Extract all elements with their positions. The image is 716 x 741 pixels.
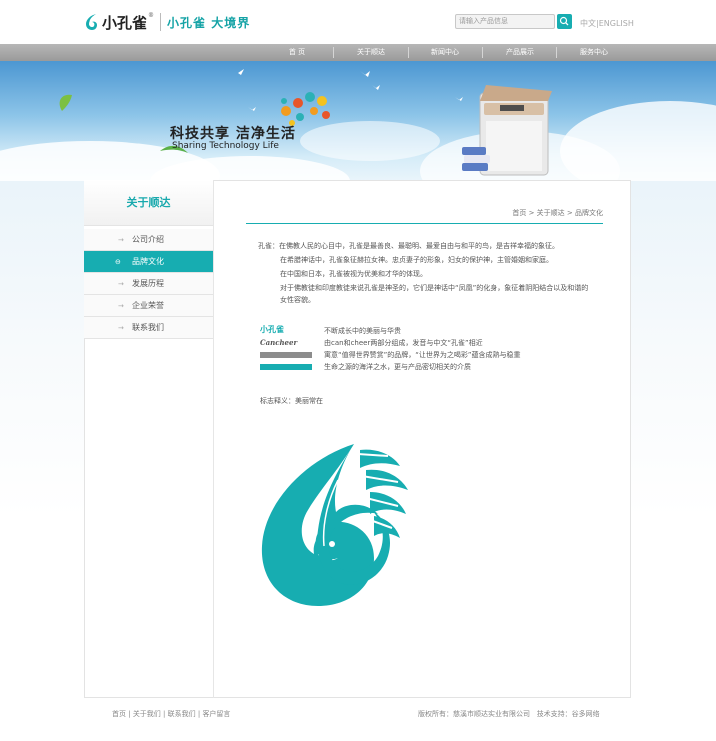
paragraph-buddhism: 对于佛教徒和印度教徒来说孔雀是神圣的，它们是神话中“凤凰”的化身，象征着阴阳结合…	[280, 284, 589, 304]
nav-service[interactable]: 服务中心	[564, 44, 624, 61]
paragraph-china: 在中国和日本，孔雀被视为优美和才华的体现。	[280, 270, 427, 278]
paragraph-greece: 在希腊神话中，孔雀象征赫拉女神。忠贞妻子的形象，妇女的保护神，主管婚姻和家庭。	[280, 256, 553, 264]
sidebar-item-company[interactable]: → 公司介绍	[84, 229, 213, 251]
sidebar-item-honors[interactable]: → 企业荣誉	[84, 295, 213, 317]
banner-title-cn: 科技共享 洁净生活	[170, 126, 296, 142]
legend-text: 生命之源的海洋之水，更与产品密切相关的介质	[324, 363, 471, 371]
nav-news[interactable]: 新闻中心	[415, 44, 475, 61]
search-button[interactable]	[557, 14, 572, 29]
nav-about[interactable]: 关于顺达	[341, 44, 401, 61]
header: 小孔雀® 小孔雀 大境界 请输入产品信息 中文 | ENGLISH	[0, 0, 716, 44]
sidebar-item-contact[interactable]: → 联系我们	[84, 317, 213, 339]
banner-title-en: Sharing Technology Life	[172, 141, 279, 151]
sidebar-item-brand[interactable]: ⊖ 品牌文化	[84, 251, 213, 273]
nav-home[interactable]: 首 页	[267, 44, 327, 61]
lang-cn-link[interactable]: 中文	[580, 18, 596, 29]
sidebar-item-label: 企业荣誉	[132, 301, 164, 310]
footer-sep: |	[126, 710, 133, 718]
breadcrumb-section[interactable]: 关于顺达	[537, 209, 565, 217]
legend-row: 寓意“值得世界赞赏”的品牌，“让世界为之喝彩”蕴含成熟与稳重	[260, 349, 600, 361]
footer-support: 技术支持：谷多网络	[536, 710, 600, 718]
footer-sep: |	[160, 710, 168, 718]
search-icon	[559, 16, 569, 26]
legend-text: 不断成长中的美丽与华贵	[324, 327, 401, 335]
arrow-right-icon: →	[118, 236, 124, 244]
legend-row: 小孔雀 不断成长中的美丽与华贵	[260, 324, 600, 337]
main-nav: 首 页 关于顺达 新闻中心 产品展示 服务中心	[0, 44, 716, 61]
sidebar-item-history[interactable]: → 发展历程	[84, 273, 213, 295]
logo-meaning: 标志释义：美丽常在	[260, 397, 323, 405]
nav-separator	[333, 47, 334, 58]
lang-en-link[interactable]: ENGLISH	[599, 19, 634, 28]
logo-text: 小孔雀®	[102, 11, 155, 32]
sidebar-item-label: 品牌文化	[132, 257, 164, 266]
bird-icon	[360, 71, 370, 77]
logo[interactable]: 小孔雀® 小孔雀 大境界	[84, 10, 250, 34]
logo-legend: 小孔雀 不断成长中的美丽与华贵 Cancheer 由can和cheer两部分组成…	[260, 324, 600, 373]
nav-separator	[408, 47, 409, 58]
arrow-right-icon: →	[118, 302, 124, 310]
leaf-icon	[59, 94, 72, 111]
bird-icon	[232, 69, 244, 75]
bird-icon	[455, 97, 463, 101]
paragraph-intro: 孔雀：在佛教人民的心目中，孔雀是最善良、最聪明、最爱自由与和平的鸟，是吉祥幸福的…	[258, 242, 559, 250]
washing-machine-image	[479, 85, 552, 176]
legend-mark-en: Cancheer	[260, 338, 298, 347]
arrow-right-icon: →	[118, 324, 124, 332]
breadcrumb-sep: >	[526, 209, 537, 217]
nav-separator	[482, 47, 483, 58]
peacock-brand-logo-icon	[261, 444, 408, 606]
legend-text: 寓意“值得世界赞赏”的品牌，“让世界为之喝彩”蕴含成熟与稳重	[324, 351, 521, 359]
nav-products[interactable]: 产品展示	[490, 44, 550, 61]
legend-text: 由can和cheer两部分组成，发音与中文“孔雀”相近	[324, 339, 483, 347]
hero-banner: 科技共享 洁净生活 Sharing Technology Life	[0, 61, 716, 181]
footer-link-contact[interactable]: 联系我们	[168, 710, 196, 718]
language-switch: 中文 | ENGLISH	[580, 18, 634, 29]
peacock-logo-icon	[86, 13, 98, 30]
footer-link-message[interactable]: 客户留言	[202, 710, 230, 718]
legend-row: Cancheer 由can和cheer两部分组成，发音与中文“孔雀”相近	[260, 337, 600, 349]
bird-icon	[248, 107, 256, 111]
footer-info: 版权所有：慈溪市顺达实业有限公司 技术支持：谷多网络	[418, 709, 600, 719]
legend-teal-bar	[260, 364, 312, 370]
legend-mark-cn: 小孔雀	[260, 324, 284, 334]
logo-divider	[160, 13, 162, 31]
sidebar: 关于顺达 → 公司介绍 ⊖ 品牌文化 → 发展历程 → 企业荣誉 → 联系我们	[84, 180, 214, 698]
footer-links: 首页 | 关于我们 | 联系我们 | 客户留言	[112, 709, 230, 719]
sidebar-item-label: 联系我们	[132, 323, 164, 332]
sidebar-item-label: 发展历程	[132, 279, 164, 288]
sidebar-item-label: 公司介绍	[132, 235, 164, 244]
sidebar-title: 关于顺达	[84, 180, 213, 226]
breadcrumb-current: 品牌文化	[575, 209, 603, 217]
feather-fan-icon	[281, 92, 330, 126]
breadcrumb-divider	[246, 223, 603, 224]
footer-copyright: 版权所有：慈溪市顺达实业有限公司	[418, 710, 530, 718]
breadcrumb: 首页 > 关于顺达 > 品牌文化	[512, 208, 603, 218]
banner-decoration	[59, 69, 552, 176]
legend-gray-bar	[260, 352, 312, 358]
arrow-right-icon: →	[118, 280, 124, 288]
footer-link-home[interactable]: 首页	[112, 710, 126, 718]
circle-arrow-icon: ⊖	[115, 258, 121, 266]
breadcrumb-home[interactable]: 首页	[512, 209, 526, 217]
bird-icon	[372, 85, 380, 90]
nav-separator	[556, 47, 557, 58]
legend-row: 生命之源的海洋之水，更与产品密切相关的介质	[260, 361, 600, 373]
logo-slogan: 小孔雀 大境界	[167, 15, 251, 30]
search-input[interactable]: 请输入产品信息	[455, 14, 555, 29]
towels-image	[462, 147, 490, 171]
footer-link-about[interactable]: 关于我们	[133, 710, 161, 718]
breadcrumb-sep: >	[564, 209, 575, 217]
